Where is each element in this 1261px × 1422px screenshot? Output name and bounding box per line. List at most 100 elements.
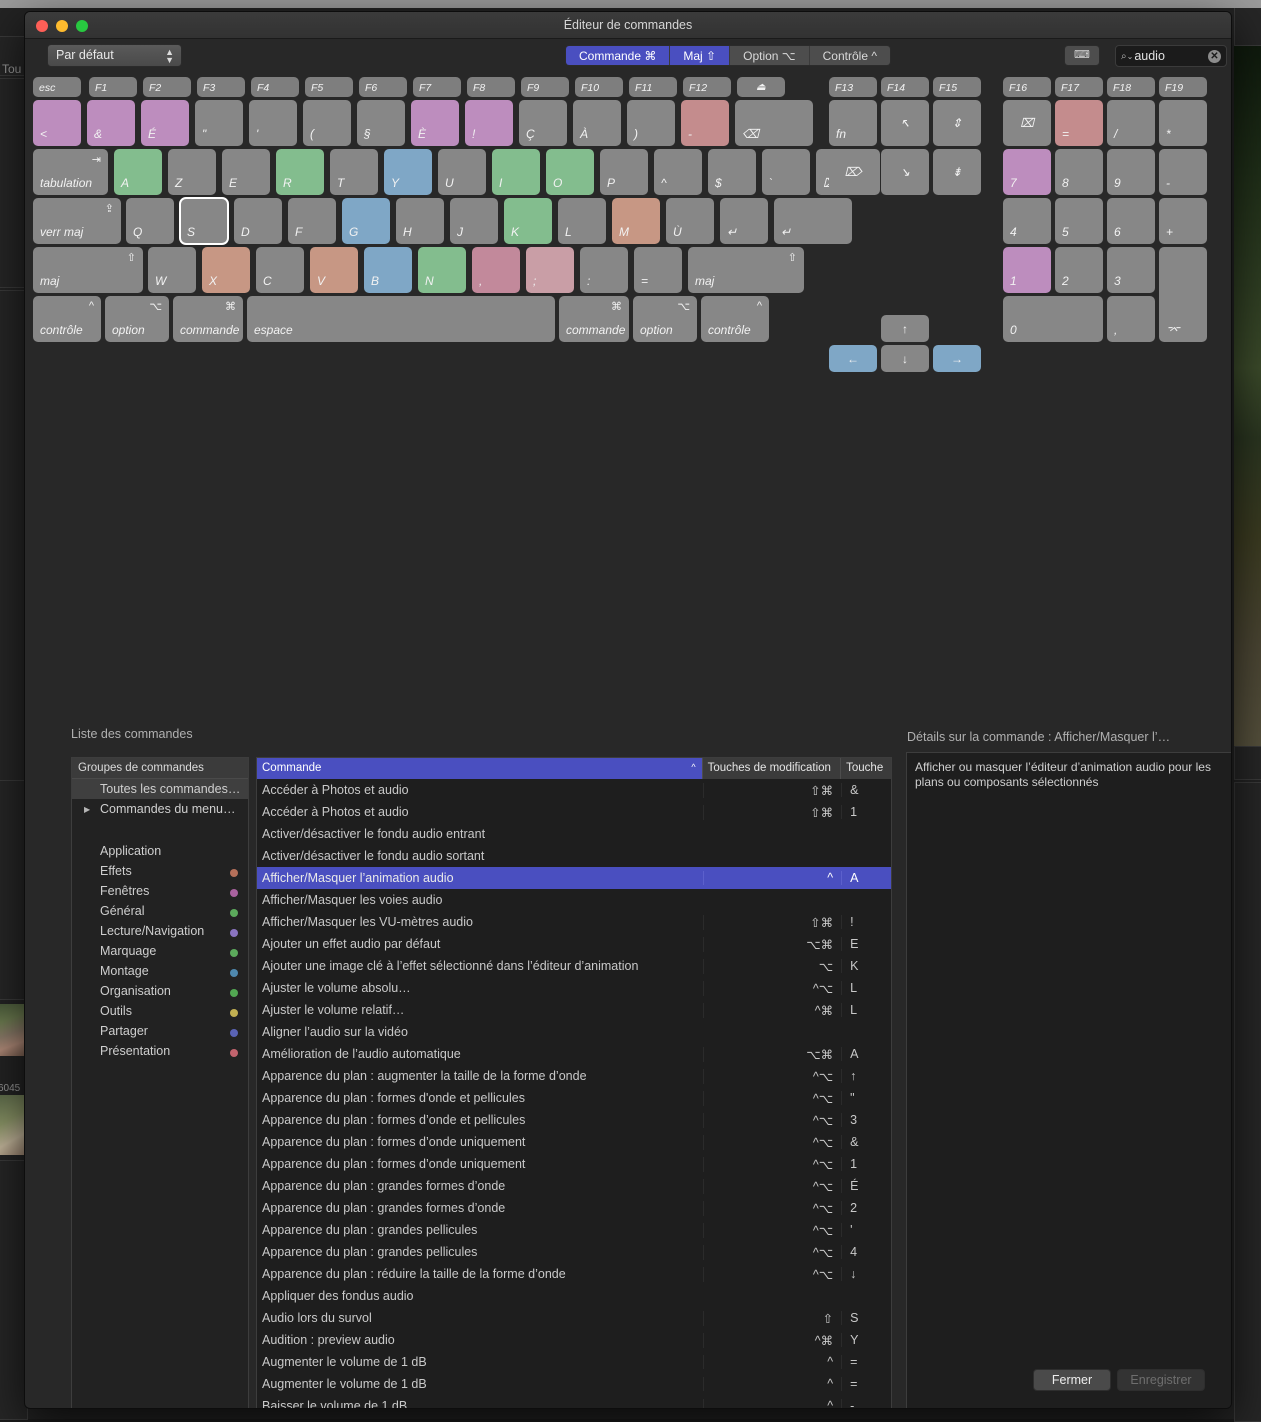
virtual-keyboard[interactable]: escF1F2F3F4F5F6F7F8F9F10F11F12⏏<&É"'(§È!… (25, 74, 1231, 359)
key-maj-left[interactable]: maj⇧ (33, 247, 143, 293)
table-row[interactable]: Apparence du plan : grandes pellicules^⌥… (257, 1219, 891, 1241)
key--[interactable]: ' (249, 100, 297, 146)
key-i[interactable]: I (492, 149, 540, 195)
key--[interactable]: ` (762, 149, 810, 195)
key-f14[interactable]: F14 (881, 77, 929, 97)
key--[interactable]: É (141, 100, 189, 146)
key--[interactable]: : (580, 247, 628, 293)
key-w[interactable]: W (148, 247, 196, 293)
key-g[interactable]: G (342, 198, 390, 244)
table-row[interactable]: Aligner l’audio sur la vidéo (257, 1021, 891, 1043)
key-8[interactable]: 8 (1055, 149, 1103, 195)
modifier-segment-0[interactable]: Commande ⌘ (566, 46, 670, 65)
key-tabulation[interactable]: tabulation⇥ (33, 149, 108, 195)
group-item-7[interactable]: Lecture/Navigation (72, 921, 248, 941)
table-row[interactable]: Apparence du plan : grandes formes d’ond… (257, 1175, 891, 1197)
group-item-1[interactable]: ▶Commandes du menu… (72, 799, 248, 819)
table-row[interactable]: Apparence du plan : formes d'onde et pel… (257, 1087, 891, 1109)
chevron-right-icon[interactable]: ▶ (84, 805, 90, 814)
key--[interactable]: $ (708, 149, 756, 195)
key-j[interactable]: J (450, 198, 498, 244)
key-b[interactable]: B (364, 247, 412, 293)
table-row[interactable]: Afficher/Masquer les voies audio (257, 889, 891, 911)
key-end[interactable]: ↘ (881, 149, 929, 195)
clear-search-icon[interactable]: ✕ (1208, 50, 1221, 63)
key-t[interactable]: T (330, 149, 378, 195)
key-f16[interactable]: F16 (1003, 77, 1051, 97)
key-s[interactable]: S (180, 198, 228, 244)
modifier-segment-2[interactable]: Option ⌥ (730, 46, 810, 65)
commands-table-header[interactable]: Commande ^ Touches de modification Touch… (257, 758, 891, 779)
key-f19[interactable]: F19 (1159, 77, 1207, 97)
search-field[interactable]: ⌕ ⌄ audio ✕ (1115, 45, 1227, 67)
key--[interactable]: ! (465, 100, 513, 146)
key-option-right[interactable]: option⌥ (633, 296, 697, 342)
key-controle-left[interactable]: contrôle^ (33, 296, 101, 342)
column-header-key[interactable]: Touche (841, 758, 891, 779)
group-item-9[interactable]: Montage (72, 961, 248, 981)
key--[interactable]: ( (303, 100, 351, 146)
key--[interactable]: Ù (666, 198, 714, 244)
key--[interactable]: Ç (519, 100, 567, 146)
key--[interactable]: , (1107, 296, 1155, 342)
key-espace[interactable]: espace (247, 296, 555, 342)
table-row[interactable]: Appliquer des fondus audio (257, 1285, 891, 1307)
key--[interactable]: = (634, 247, 682, 293)
key-m[interactable]: M (612, 198, 660, 244)
column-header-modifiers[interactable]: Touches de modification (703, 758, 842, 779)
key-f5[interactable]: F5 (305, 77, 353, 97)
key-f9[interactable]: F9 (521, 77, 569, 97)
key--[interactable]: + (1159, 198, 1207, 244)
group-item-8[interactable]: Marquage (72, 941, 248, 961)
key-f4[interactable]: F4 (251, 77, 299, 97)
key-1[interactable]: 1 (1003, 247, 1051, 293)
key-a[interactable]: A (114, 149, 162, 195)
key-maj-right[interactable]: maj⇧ (688, 247, 804, 293)
key-f18[interactable]: F18 (1107, 77, 1155, 97)
key-f6[interactable]: F6 (359, 77, 407, 97)
table-row[interactable]: Apparence du plan : formes d’onde et pel… (257, 1109, 891, 1131)
key-f11[interactable]: F11 (629, 77, 677, 97)
table-row[interactable]: Afficher/Masquer les VU‑mètres audio⇧⌘! (257, 911, 891, 933)
key-y[interactable]: Y (384, 149, 432, 195)
key--[interactable]: § (357, 100, 405, 146)
key--[interactable]: < (33, 100, 81, 146)
key--[interactable]: - (1159, 149, 1207, 195)
key--[interactable]: , (472, 247, 520, 293)
preset-dropdown[interactable]: Par défaut ▲▼ (47, 44, 182, 67)
key--[interactable]: * (1159, 100, 1207, 146)
table-row[interactable]: Apparence du plan : grandes pellicules^⌥… (257, 1241, 891, 1263)
key-5[interactable]: 5 (1055, 198, 1103, 244)
save-button[interactable]: Enregistrer (1117, 1369, 1205, 1391)
key--[interactable]: ; (526, 247, 574, 293)
group-item-11[interactable]: Outils (72, 1001, 248, 1021)
key-numlock-clear[interactable]: ⌧ (1003, 100, 1051, 146)
key-9[interactable]: 9 (1107, 149, 1155, 195)
table-row[interactable]: Apparence du plan : grandes formes d’ond… (257, 1197, 891, 1219)
key-f8[interactable]: F8 (467, 77, 515, 97)
key-l[interactable]: L (558, 198, 606, 244)
key-option-left[interactable]: option⌥ (105, 296, 169, 342)
table-row[interactable]: Afficher/Masquer l’animation audio^A (257, 867, 891, 889)
modifier-segmented-control[interactable]: Commande ⌘Maj ⇧Option ⌥Contrôle ^ (565, 45, 891, 66)
group-item-13[interactable]: Présentation (72, 1041, 248, 1061)
key-page-up[interactable]: ⇕ (933, 100, 981, 146)
key-esc[interactable]: esc (33, 77, 81, 97)
key--[interactable]: & (87, 100, 135, 146)
key-h[interactable]: H (396, 198, 444, 244)
key-page-down[interactable]: ⇟ (933, 149, 981, 195)
group-item-10[interactable]: Organisation (72, 981, 248, 1001)
group-item-4[interactable]: Effets (72, 861, 248, 881)
key-n[interactable]: N (418, 247, 466, 293)
key-arrow-left[interactable]: ← (829, 345, 877, 372)
key-k[interactable]: K (504, 198, 552, 244)
key-f13[interactable]: F13 (829, 77, 877, 97)
search-input[interactable]: audio (1134, 49, 1208, 63)
key-f3[interactable]: F3 (197, 77, 245, 97)
key-f10[interactable]: F10 (575, 77, 623, 97)
table-row[interactable]: Amélioration de l’audio automatique⌥⌘A (257, 1043, 891, 1065)
key-enter[interactable]: ⌤ (1159, 247, 1207, 342)
key-controle-right[interactable]: contrôle^ (701, 296, 769, 342)
group-item-5[interactable]: Fenêtres (72, 881, 248, 901)
table-row[interactable]: Activer/désactiver le fondu audio entran… (257, 823, 891, 845)
